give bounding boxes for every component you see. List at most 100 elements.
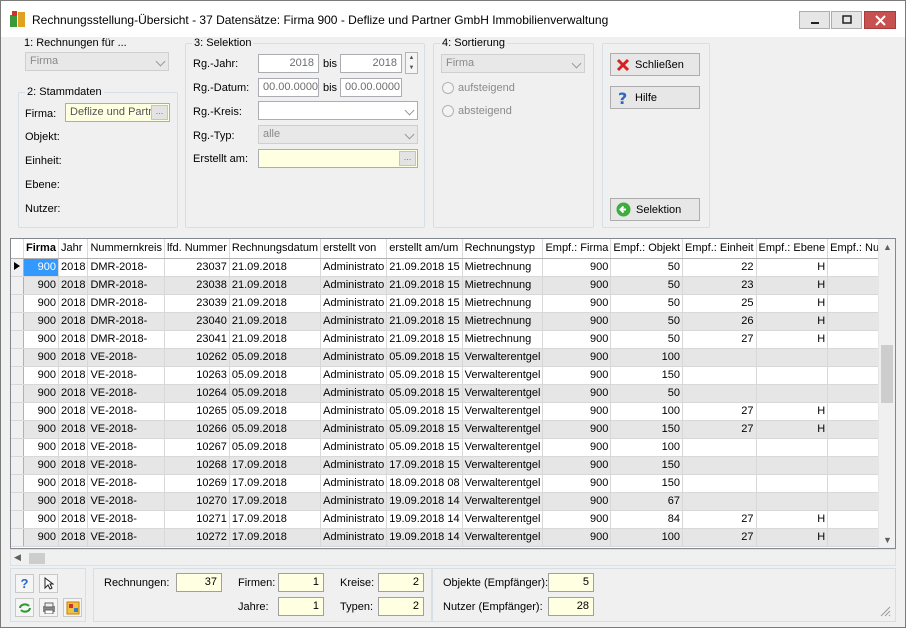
table-cell[interactable]: 2018 [58,330,89,349]
close-window-button[interactable] [864,11,896,29]
table-cell[interactable]: 17.09.2018 [229,456,322,475]
table-cell[interactable]: 10266 [164,420,230,439]
table-cell[interactable]: H [756,312,829,331]
table-cell[interactable]: H [756,330,829,349]
table-cell[interactable]: 900 [23,348,59,367]
table-cell[interactable]: 23040 [164,312,230,331]
table-cell[interactable]: 05.09.2018 15 [386,348,463,367]
help-button[interactable]: ? Hilfe [610,86,700,109]
table-cell[interactable]: VE-2018- [87,474,165,493]
table-cell[interactable]: 2018 [58,402,89,421]
table-cell[interactable]: Mietrechnung [462,312,544,331]
table-cell[interactable] [756,492,829,511]
scroll-left-icon[interactable]: ◀ [14,552,21,563]
column-header[interactable]: Rechnungstyp [462,239,544,259]
table-cell[interactable]: 05.09.2018 [229,348,322,367]
table-cell[interactable]: 21.09.2018 15 [386,276,463,295]
table-cell[interactable]: 21.09.2018 15 [386,330,463,349]
table-cell[interactable]: 50 [610,312,684,331]
table-cell[interactable]: 50 [610,330,684,349]
table-cell[interactable]: 25 [682,294,757,313]
table-row[interactable]: 900 2018 DMR-2018- 23039 21.09.2018 Administr… [11,294,895,313]
column-header[interactable]: Empf.: Ebene [756,239,829,259]
table-cell[interactable]: 900 [542,420,612,439]
table-cell[interactable] [756,474,829,493]
column-header[interactable]: Empf.: Firma [542,239,612,259]
table-cell[interactable]: Verwalterentgel [462,420,544,439]
table-cell[interactable]: Verwalterentgel [462,384,544,403]
row-selector[interactable] [11,384,24,403]
table-cell[interactable]: 900 [542,330,612,349]
table-cell[interactable]: H [756,528,829,547]
row-selector[interactable] [11,438,24,457]
table-row[interactable]: 900 2018 VE-2018- 10262 05.09.2018 Administra… [11,348,895,367]
table-row[interactable]: 900 2018 VE-2018- 10272 17.09.2018 Administra… [11,528,895,547]
table-cell[interactable]: 05.09.2018 [229,402,322,421]
table-cell[interactable]: 23038 [164,276,230,295]
table-cell[interactable]: Administrato [320,474,388,493]
table-cell[interactable]: 05.09.2018 15 [386,420,463,439]
column-header[interactable]: erstellt von [320,239,388,259]
table-cell[interactable]: 900 [542,492,612,511]
table-cell[interactable]: VE-2018- [87,492,165,511]
table-cell[interactable]: 900 [23,438,59,457]
table-cell[interactable]: 900 [542,276,612,295]
ellipsis-button[interactable]: ... [399,151,416,166]
table-cell[interactable]: 27 [682,510,757,529]
table-cell[interactable]: H [756,402,829,421]
table-cell[interactable]: Mietrechnung [462,330,544,349]
table-row[interactable]: 900 2018 VE-2018- 10269 17.09.2018 Administra… [11,474,895,493]
table-cell[interactable]: 50 [610,294,684,313]
table-cell[interactable]: 10268 [164,456,230,475]
table-cell[interactable]: 10262 [164,348,230,367]
table-cell[interactable]: DMR-2018- [87,312,165,331]
table-cell[interactable]: Verwalterentgel [462,438,544,457]
table-cell[interactable] [682,366,757,385]
table-cell[interactable]: 900 [542,510,612,529]
table-cell[interactable]: 23041 [164,330,230,349]
radio-aufsteigend[interactable] [442,82,454,94]
table-row[interactable]: 900 2018 DMR-2018- 23041 21.09.2018 Administr… [11,330,895,349]
table-cell[interactable]: 2018 [58,258,89,277]
table-cell[interactable]: 2018 [58,366,89,385]
table-cell[interactable]: 21.09.2018 [229,294,322,313]
table-row[interactable]: 900 2018 DMR-2018- 23037 21.09.2018 Administr… [11,258,895,277]
table-cell[interactable]: Mietrechnung [462,276,544,295]
table-cell[interactable]: 05.09.2018 15 [386,438,463,457]
table-cell[interactable]: 2018 [58,348,89,367]
table-cell[interactable]: H [756,294,829,313]
table-cell[interactable] [682,456,757,475]
table-cell[interactable]: 900 [23,402,59,421]
table-cell[interactable]: Verwalterentgel [462,402,544,421]
table-cell[interactable]: 900 [23,528,59,547]
column-header[interactable]: lfd. Nummer [164,239,230,259]
table-cell[interactable]: 150 [610,420,684,439]
table-cell[interactable]: 100 [610,438,684,457]
table-cell[interactable]: 2018 [58,384,89,403]
table-cell[interactable]: 100 [610,348,684,367]
table-cell[interactable]: VE-2018- [87,510,165,529]
table-cell[interactable]: 67 [610,492,684,511]
resize-grip-icon[interactable] [880,606,891,617]
vertical-scrollbar[interactable]: ▲ ▼ [878,239,895,548]
table-cell[interactable]: VE-2018- [87,384,165,403]
table-cell[interactable]: 150 [610,474,684,493]
table-cell[interactable]: 100 [610,528,684,547]
table-cell[interactable]: 10265 [164,402,230,421]
column-header[interactable]: Empf.: Objekt [610,239,684,259]
table-cell[interactable]: 19.09.2018 14 [386,492,463,511]
table-cell[interactable]: 900 [542,294,612,313]
table-cell[interactable]: 2018 [58,312,89,331]
table-cell[interactable]: H [756,510,829,529]
table-cell[interactable]: Administrato [320,384,388,403]
table-cell[interactable]: Administrato [320,528,388,547]
table-cell[interactable]: 21.09.2018 [229,330,322,349]
table-cell[interactable]: Verwalterentgel [462,348,544,367]
rg-kreis-select[interactable] [258,101,418,120]
table-row[interactable]: 900 2018 VE-2018- 10267 05.09.2018 Administra… [11,438,895,457]
table-cell[interactable]: 05.09.2018 [229,384,322,403]
row-selector[interactable] [11,492,24,511]
table-cell[interactable]: 900 [542,348,612,367]
table-cell[interactable]: 900 [23,420,59,439]
table-cell[interactable]: Administrato [320,492,388,511]
